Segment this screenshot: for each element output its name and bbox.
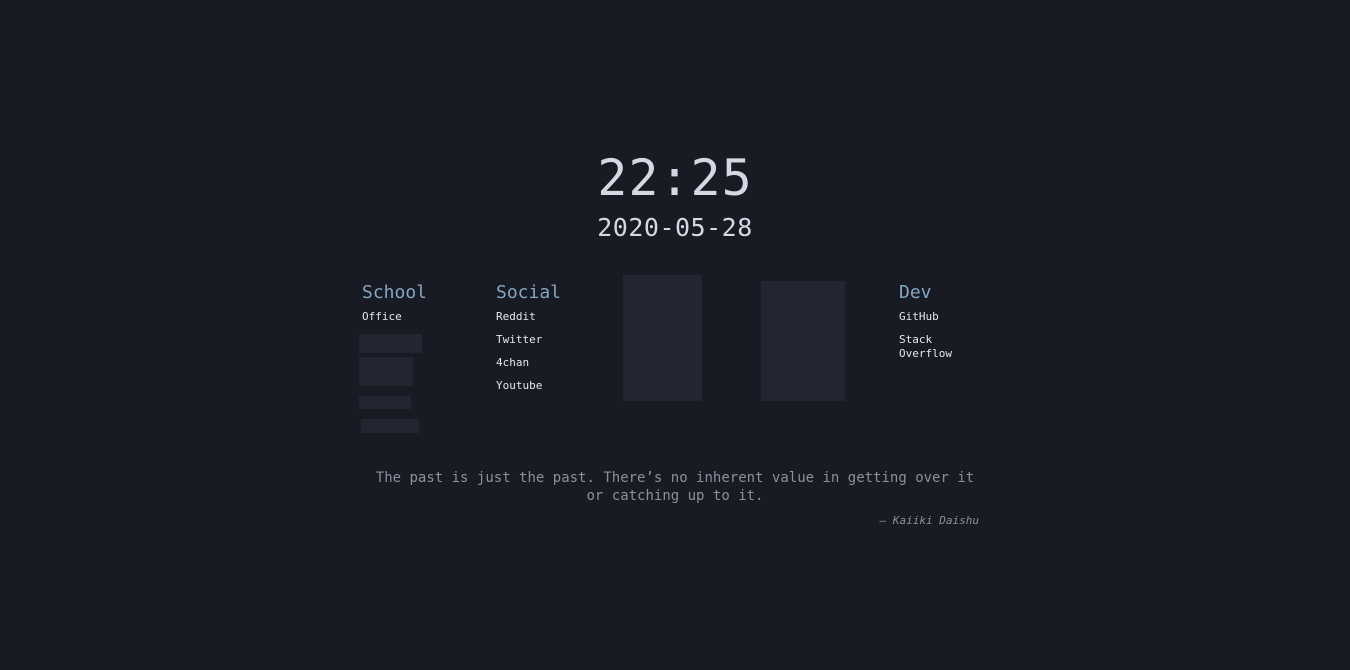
quote-author: – Kaiiki Daishu <box>879 514 979 527</box>
empty-group-placeholder <box>761 281 845 401</box>
group-title-school: School <box>362 282 428 303</box>
group-title-social: Social <box>496 282 562 303</box>
link-stack-overflow[interactable]: Stack Overflow <box>899 333 979 361</box>
empty-link-placeholder <box>359 357 413 386</box>
clock-date: 2020-05-28 <box>597 213 753 242</box>
link-github[interactable]: GitHub <box>899 310 979 324</box>
clock-time: 22:25 <box>597 149 753 207</box>
link-reddit[interactable]: Reddit <box>496 310 606 324</box>
link-youtube[interactable]: Youtube <box>496 379 606 393</box>
empty-link-placeholder <box>359 334 422 353</box>
start-page: 22:25 2020-05-28 School Office Social Re… <box>0 0 1350 670</box>
empty-link-placeholder <box>361 419 419 433</box>
link-4chan[interactable]: 4chan <box>496 356 606 370</box>
link-twitter[interactable]: Twitter <box>496 333 606 347</box>
link-office[interactable]: Office <box>362 310 472 324</box>
link-group-school: School Office <box>362 281 472 333</box>
quote-text: The past is just the past. There’s no in… <box>375 470 975 504</box>
empty-group-placeholder <box>623 275 702 401</box>
link-group-social: Social Reddit Twitter 4chan Youtube <box>496 281 606 402</box>
empty-link-placeholder <box>359 396 411 409</box>
link-group-dev: Dev GitHub Stack Overflow <box>899 281 979 370</box>
group-title-dev: Dev <box>899 282 932 303</box>
